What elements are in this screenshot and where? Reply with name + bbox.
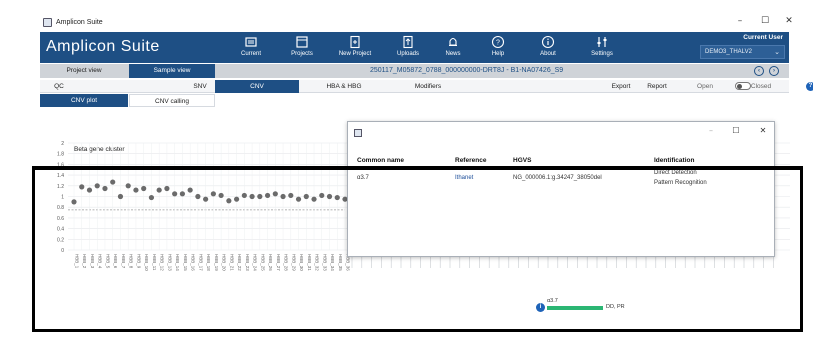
y-tick-label: 2	[61, 141, 64, 147]
col-hgvs: HGVS	[513, 157, 532, 164]
dialog-maximize-button[interactable]: ☐	[729, 126, 743, 135]
dialog-close-button[interactable]: ✕	[756, 126, 770, 135]
dialog-app-icon	[354, 129, 362, 137]
dialog-minimize-button[interactable]: –	[704, 126, 718, 135]
col-identification: Identification	[654, 157, 695, 164]
y-tick-label: 1.8	[57, 152, 64, 158]
col-reference: Reference	[455, 157, 487, 164]
highlight-box	[32, 166, 803, 332]
col-common-name: Common name	[357, 157, 404, 164]
